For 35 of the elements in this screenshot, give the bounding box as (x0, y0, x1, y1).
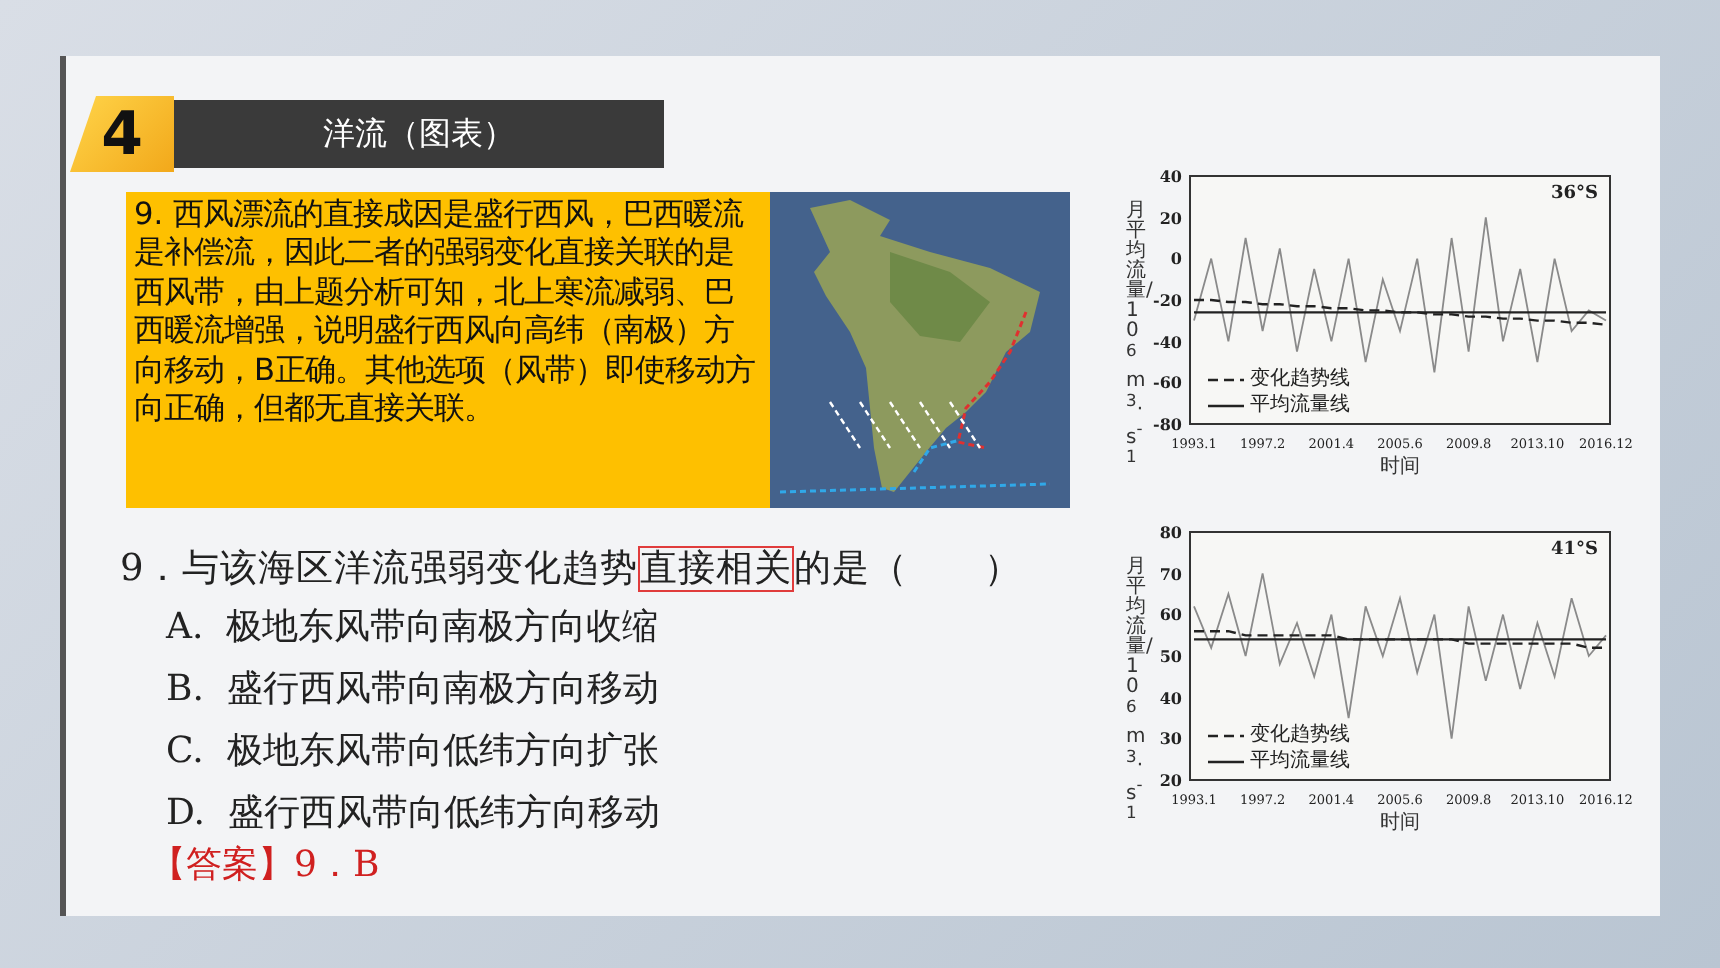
tick-label: 60 (1159, 604, 1182, 625)
legend-label: 平均流量线 (1250, 394, 1350, 418)
answer-option: B. 盛行西风带向南极方向移动 (166, 658, 1110, 720)
solid-line-icon (1208, 758, 1244, 766)
chart-title: 36°S (1550, 184, 1598, 204)
tick-label: 30 (1159, 728, 1182, 749)
tick-label: -40 (1153, 331, 1182, 352)
tick-label: 20 (1159, 770, 1182, 790)
answer-option: A. 极地东风带向南极方向收缩 (166, 596, 1110, 658)
tick-label: 70 (1159, 563, 1182, 584)
chart-title: 41°S (1550, 540, 1598, 560)
solid-line-icon (1208, 402, 1244, 410)
legend-label: 变化趋势线 (1250, 724, 1350, 748)
explanation-text: 9. 西风漂流的直接成因是盛行西风，巴西暖流是补偿流，因此二者的强弱变化直接关联的是西风带，由上题分析可知，北上寒流减弱、巴西暖流增强，说明盛行西风向高纬（南极）方向移动，B正确。其他选项（风带）即使移动方向正确，但都无直接关联。 (126, 192, 770, 508)
tick-label: -20 (1153, 290, 1182, 310)
tick-label: 40 (1159, 166, 1182, 186)
question-text: 9．与该海区洋流强弱变化趋势直接相关的是（ ） (120, 544, 1024, 596)
axis-label: 时间 (1378, 812, 1422, 836)
dashed-line-icon (1208, 376, 1244, 384)
legend-label: 变化趋势线 (1250, 368, 1350, 392)
section-title: 洋流（图表） (174, 100, 664, 168)
answer-option: D. 盛行西风带向低纬方向移动 (166, 782, 1110, 844)
answer-text: 【答案】9．B (150, 844, 382, 888)
tick-label: 0 (1170, 248, 1182, 269)
tick-label: 40 (1159, 687, 1182, 708)
tick-label: -60 (1153, 372, 1182, 393)
legend-label: 平均流量线 (1250, 750, 1350, 774)
answer-option: C. 极地东风带向低纬方向扩张 (166, 720, 1110, 782)
tick-label: 20 (1159, 207, 1182, 228)
section-number-badge: 4 (70, 96, 174, 172)
axis-label: 时间 (1378, 456, 1422, 480)
tick-label: -80 (1153, 414, 1182, 434)
tick-label: 80 (1159, 522, 1182, 542)
dashed-line-icon (1208, 732, 1244, 740)
tick-label: 50 (1159, 646, 1182, 666)
